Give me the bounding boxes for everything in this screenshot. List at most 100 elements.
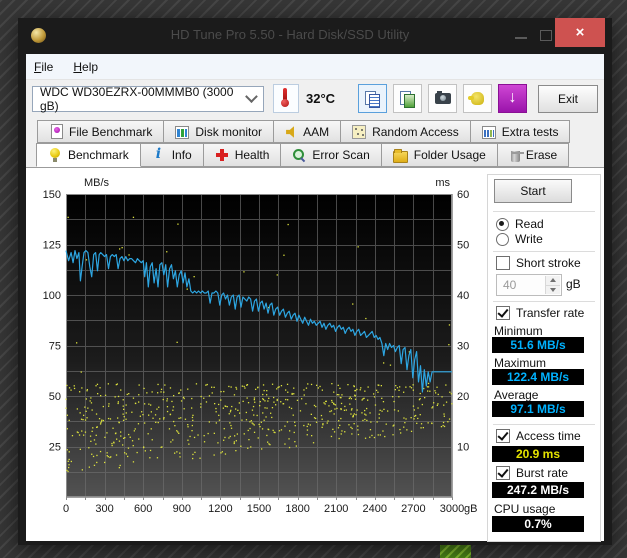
write-label: Write	[515, 232, 543, 246]
burst-rate-checkbox[interactable]	[496, 466, 510, 480]
titlebar: HD Tune Pro 5.50 - Hard Disk/SSD Utility…	[18, 18, 612, 54]
hand-icon	[468, 92, 484, 105]
short-stroke-row[interactable]: Short stroke	[496, 256, 581, 270]
capacity-spinner[interactable]: 40	[496, 274, 562, 296]
svg-text:75: 75	[49, 341, 61, 353]
tab-random-access[interactable]: Random Access	[340, 120, 471, 143]
temperature-button[interactable]	[273, 84, 299, 113]
close-button[interactable]: ×	[555, 18, 605, 47]
transfer-rate-checkbox[interactable]	[496, 306, 510, 320]
average-value: 97.1 MB/s	[492, 401, 584, 417]
drive-select-dropdown[interactable]: WDC WD30EZRX-00MMMB0 (3000 gB)	[32, 85, 264, 113]
svg-text:3000: 3000	[440, 503, 464, 515]
svg-text:25: 25	[49, 442, 61, 454]
svg-text:2100: 2100	[324, 503, 348, 515]
minimize-button[interactable]	[515, 37, 527, 39]
tab-strip: File Benchmark Disk monitor AAM Random Acce…	[26, 117, 604, 167]
tab-aam[interactable]: AAM	[273, 120, 342, 143]
maximize-button[interactable]	[540, 30, 552, 41]
svg-text:60: 60	[457, 189, 469, 201]
short-stroke-checkbox[interactable]	[496, 256, 510, 270]
copy-text-button[interactable]	[358, 84, 387, 113]
read-radio[interactable]	[496, 217, 509, 231]
svg-text:100: 100	[43, 290, 61, 302]
screenshot-button[interactable]	[428, 84, 457, 113]
divider	[493, 211, 595, 212]
tab-erase[interactable]: Erase	[496, 143, 570, 167]
tab-health[interactable]: Health	[202, 143, 282, 167]
access-time-checkbox[interactable]	[496, 429, 510, 443]
benchmark-page: MB/s ms 25 50 75 100 125 150 10 20 30 40 50 60 0 300 600…	[26, 167, 604, 542]
close-icon: ×	[575, 24, 585, 41]
menu-file[interactable]: File	[34, 60, 53, 74]
down-arrow-icon	[550, 287, 556, 292]
svg-text:30: 30	[457, 341, 469, 353]
toolbar: WDC WD30EZRX-00MMMB0 (3000 gB) 32°C ↓ Ex…	[26, 80, 604, 117]
copy-image-icon	[400, 90, 415, 108]
window-title: HD Tune Pro 5.50 - Hard Disk/SSD Utility	[170, 27, 410, 42]
write-radio[interactable]	[496, 232, 509, 246]
svg-text:50: 50	[49, 391, 61, 403]
average-label: Average	[494, 388, 539, 402]
tab-label: Benchmark	[68, 148, 129, 162]
svg-text:40: 40	[457, 290, 469, 302]
copy-image-button[interactable]	[393, 84, 422, 113]
info-icon	[152, 146, 166, 162]
tab-label: Health	[234, 148, 270, 162]
tab-file-benchmark[interactable]: File Benchmark	[37, 120, 165, 143]
tab-info[interactable]: Info	[139, 143, 204, 167]
tab-label: Extra tests	[501, 124, 559, 139]
spinner-up-button[interactable]	[546, 276, 560, 286]
svg-text:1500: 1500	[247, 503, 271, 515]
svg-text:ms: ms	[435, 177, 450, 189]
svg-text:gB: gB	[464, 503, 477, 515]
start-button[interactable]: Start	[494, 179, 572, 203]
tab-row-bottom: Benchmark Info Health Error Scan Folder Usag…	[36, 143, 604, 167]
random-access-icon	[352, 124, 367, 139]
temperature-value: 32°C	[306, 91, 336, 106]
short-stroke-label: Short stroke	[516, 256, 581, 270]
svg-text:10: 10	[457, 442, 469, 454]
maximum-value: 122.4 MB/s	[492, 369, 584, 385]
tab-benchmark[interactable]: Benchmark	[36, 143, 141, 167]
burst-rate-row[interactable]: Burst rate	[496, 466, 568, 480]
menu-help[interactable]: Help	[73, 60, 98, 74]
write-radio-row[interactable]: Write	[496, 232, 543, 246]
save-results-button[interactable]: ↓	[498, 84, 527, 113]
camera-icon	[434, 91, 451, 104]
minimum-value: 51.6 MB/s	[492, 337, 584, 353]
access-time-label: Access time	[516, 429, 581, 443]
svg-text:125: 125	[43, 240, 61, 252]
divider	[493, 424, 595, 425]
desktop-wallpaper-green-accent	[440, 543, 471, 558]
tab-label: File Benchmark	[69, 124, 153, 139]
tab-disk-monitor[interactable]: Disk monitor	[163, 120, 275, 143]
tab-label: Erase	[525, 148, 558, 162]
aam-icon	[286, 126, 294, 138]
minimum-label: Minimum	[494, 324, 543, 338]
error-scan-icon	[292, 148, 306, 162]
disk-monitor-icon	[175, 125, 190, 139]
spinner-down-button[interactable]	[546, 285, 560, 294]
transfer-rate-label: Transfer rate	[516, 306, 585, 320]
svg-text:300: 300	[95, 503, 113, 515]
transfer-rate-row[interactable]: Transfer rate	[496, 306, 584, 320]
up-arrow-icon	[550, 278, 556, 283]
tab-extra-tests[interactable]: Extra tests	[469, 120, 571, 143]
client-area: File Help WDC WD30EZRX-00MMMB0 (3000 gB) …	[26, 54, 604, 542]
access-time-value: 20.9 ms	[492, 446, 584, 462]
tab-label: Disk monitor	[195, 124, 263, 139]
hand-button[interactable]	[463, 84, 492, 113]
menu-bar: File Help	[26, 54, 604, 80]
exit-button[interactable]: Exit	[538, 84, 598, 113]
svg-text:MB/s: MB/s	[84, 177, 110, 189]
access-time-row[interactable]: Access time	[496, 429, 581, 443]
svg-text:1200: 1200	[208, 503, 232, 515]
svg-text:600: 600	[134, 503, 152, 515]
tab-folder-usage[interactable]: Folder Usage	[380, 143, 498, 167]
erase-icon	[510, 150, 524, 162]
svg-text:1800: 1800	[285, 503, 309, 515]
read-radio-row[interactable]: Read	[496, 217, 544, 231]
tab-label: Info	[171, 148, 192, 162]
tab-error-scan[interactable]: Error Scan	[280, 143, 382, 167]
